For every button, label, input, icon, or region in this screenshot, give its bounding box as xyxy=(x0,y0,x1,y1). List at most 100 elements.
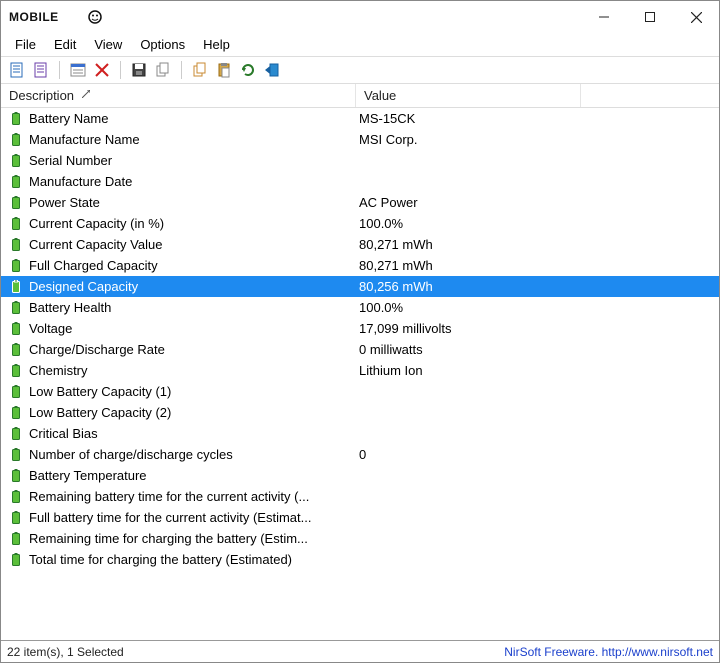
paste-icon[interactable] xyxy=(214,60,234,80)
table-row[interactable]: Battery Temperature xyxy=(1,465,719,486)
table-row[interactable]: Current Capacity (in %)100.0% xyxy=(1,213,719,234)
row-description: Charge/Discharge Rate xyxy=(29,342,359,357)
row-value: 100.0% xyxy=(359,300,719,315)
notes-icon[interactable] xyxy=(31,60,51,80)
battery-icon xyxy=(9,154,23,168)
row-description: Full battery time for the current activi… xyxy=(29,510,359,525)
row-description: Battery Name xyxy=(29,111,359,126)
copy2-icon[interactable] xyxy=(190,60,210,80)
battery-icon xyxy=(9,406,23,420)
column-header-spacer xyxy=(581,84,719,107)
table-row[interactable]: Critical Bias xyxy=(1,423,719,444)
row-value: 17,099 millivolts xyxy=(359,321,719,336)
app-logo: MOBILE xyxy=(9,9,105,25)
window-controls xyxy=(581,2,719,32)
table-row[interactable]: Battery Health100.0% xyxy=(1,297,719,318)
row-value: 100.0% xyxy=(359,216,719,231)
copy-icon[interactable] xyxy=(153,60,173,80)
delete-icon[interactable] xyxy=(92,60,112,80)
table-row[interactable]: Manufacture NameMSI Corp. xyxy=(1,129,719,150)
row-value: MS-15CK xyxy=(359,111,719,126)
close-button[interactable] xyxy=(673,2,719,32)
battery-icon xyxy=(9,175,23,189)
battery-icon xyxy=(9,364,23,378)
row-description: Remaining time for charging the battery … xyxy=(29,531,359,546)
table-row[interactable]: Low Battery Capacity (1) xyxy=(1,381,719,402)
battery-icon xyxy=(9,322,23,336)
row-description: Critical Bias xyxy=(29,426,359,441)
row-value: 80,256 mWh xyxy=(359,279,719,294)
battery-icon xyxy=(9,343,23,357)
row-value: 80,271 mWh xyxy=(359,237,719,252)
row-description: Battery Temperature xyxy=(29,468,359,483)
row-description: Low Battery Capacity (2) xyxy=(29,405,359,420)
toolbar-sep xyxy=(120,61,121,79)
row-description: Remaining battery time for the current a… xyxy=(29,489,359,504)
row-description: Low Battery Capacity (1) xyxy=(29,384,359,399)
row-description: Battery Health xyxy=(29,300,359,315)
row-description: Full Charged Capacity xyxy=(29,258,359,273)
table-row[interactable]: ChemistryLithium Ion xyxy=(1,360,719,381)
table-row[interactable]: Remaining battery time for the current a… xyxy=(1,486,719,507)
row-description: Current Capacity Value xyxy=(29,237,359,252)
save-icon[interactable] xyxy=(129,60,149,80)
row-description: Voltage xyxy=(29,321,359,336)
menu-view[interactable]: View xyxy=(86,35,130,54)
table-row[interactable]: Designed Capacity80,256 mWh xyxy=(1,276,719,297)
battery-icon xyxy=(9,469,23,483)
table-row[interactable]: Charge/Discharge Rate0 milliwatts xyxy=(1,339,719,360)
table-row[interactable]: Full Charged Capacity80,271 mWh xyxy=(1,255,719,276)
battery-icon xyxy=(9,490,23,504)
minimize-button[interactable] xyxy=(581,2,627,32)
menu-file[interactable]: File xyxy=(7,35,44,54)
menu-options[interactable]: Options xyxy=(132,35,193,54)
row-value: 0 xyxy=(359,447,719,462)
row-description: Serial Number xyxy=(29,153,359,168)
svg-text:MOBILE: MOBILE xyxy=(9,10,59,24)
maximize-button[interactable] xyxy=(627,2,673,32)
toolbar-sep xyxy=(59,61,60,79)
table-row[interactable]: Low Battery Capacity (2) xyxy=(1,402,719,423)
exit-icon[interactable] xyxy=(262,60,282,80)
list-view[interactable]: Battery NameMS-15CK Manufacture NameMSI … xyxy=(1,108,719,640)
battery-icon xyxy=(9,385,23,399)
column-header-value[interactable]: Value xyxy=(356,84,581,107)
battery-icon xyxy=(9,448,23,462)
toolbar xyxy=(1,56,719,84)
table-row[interactable]: Remaining time for charging the battery … xyxy=(1,528,719,549)
column-header-label: Value xyxy=(364,88,396,103)
table-row[interactable]: Current Capacity Value80,271 mWh xyxy=(1,234,719,255)
table-row[interactable]: Voltage17,099 millivolts xyxy=(1,318,719,339)
menu-help[interactable]: Help xyxy=(195,35,238,54)
column-headers: Description Value xyxy=(1,84,719,108)
battery-icon xyxy=(9,427,23,441)
row-value: 0 milliwatts xyxy=(359,342,719,357)
table-row[interactable]: Total time for charging the battery (Est… xyxy=(1,549,719,570)
statusbar: 22 item(s), 1 Selected NirSoft Freeware.… xyxy=(1,640,719,662)
properties-icon[interactable] xyxy=(68,60,88,80)
titlebar: MOBILE xyxy=(1,1,719,33)
table-row[interactable]: Battery NameMS-15CK xyxy=(1,108,719,129)
table-row[interactable]: Serial Number xyxy=(1,150,719,171)
battery-icon xyxy=(9,133,23,147)
battery-icon xyxy=(9,301,23,315)
table-row[interactable]: Number of charge/discharge cycles0 xyxy=(1,444,719,465)
page-icon[interactable] xyxy=(7,60,27,80)
battery-icon xyxy=(9,196,23,210)
table-row[interactable]: Manufacture Date xyxy=(1,171,719,192)
row-value: Lithium Ion xyxy=(359,363,719,378)
table-row[interactable]: Power StateAC Power xyxy=(1,192,719,213)
battery-icon xyxy=(9,532,23,546)
sort-indicator-icon xyxy=(82,90,90,101)
status-left: 22 item(s), 1 Selected xyxy=(7,645,124,659)
battery-icon xyxy=(9,112,23,126)
table-row[interactable]: Full battery time for the current activi… xyxy=(1,507,719,528)
battery-icon xyxy=(9,553,23,567)
row-description: Current Capacity (in %) xyxy=(29,216,359,231)
refresh-icon[interactable] xyxy=(238,60,258,80)
row-description: Manufacture Date xyxy=(29,174,359,189)
column-header-description[interactable]: Description xyxy=(1,84,356,107)
row-description: Manufacture Name xyxy=(29,132,359,147)
row-description: Number of charge/discharge cycles xyxy=(29,447,359,462)
menu-edit[interactable]: Edit xyxy=(46,35,84,54)
